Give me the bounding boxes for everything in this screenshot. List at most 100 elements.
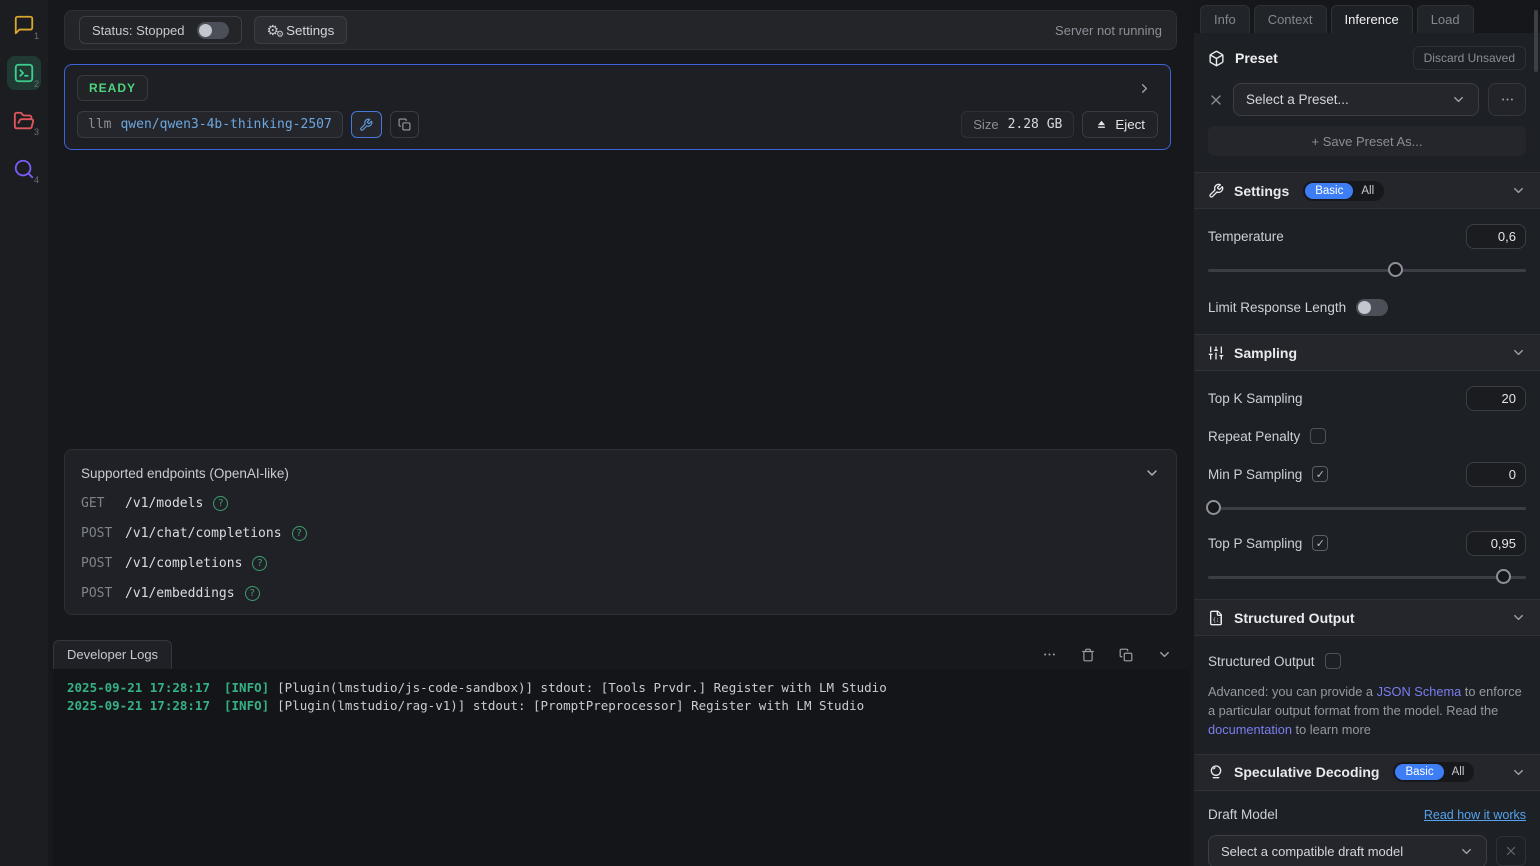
model-size-pill: Size 2.28 GB (961, 111, 1074, 138)
discard-unsaved-button[interactable]: Discard Unsaved (1413, 46, 1526, 70)
copy-model-id-button[interactable] (390, 111, 419, 138)
clear-preset-x-icon[interactable] (1208, 92, 1224, 108)
clear-draft-model-x-icon[interactable] (1496, 836, 1526, 866)
basic-pill[interactable]: Basic (1305, 183, 1353, 199)
preset-select[interactable]: Select a Preset... (1233, 83, 1479, 116)
sidebar-item-developer[interactable]: 2 (7, 56, 41, 90)
panel-scrollbar[interactable] (1534, 10, 1538, 72)
sidebar-badge: 1 (34, 31, 39, 41)
server-toggle[interactable] (197, 22, 229, 39)
size-value: 2.28 GB (1008, 117, 1063, 132)
limit-response-length-toggle[interactable] (1356, 299, 1388, 316)
chevron-down-icon (1451, 92, 1466, 107)
search-icon (13, 158, 35, 180)
min-p-label: Min P Sampling (1208, 467, 1302, 482)
collapse-logs-chevron-icon[interactable] (1157, 647, 1172, 662)
help-circle-icon[interactable]: ? (213, 496, 228, 511)
json-schema-link[interactable]: JSON Schema (1377, 684, 1462, 699)
developer-logs-tab[interactable]: Developer Logs (53, 640, 172, 669)
endpoint-row: POST /v1/chat/completions ? (81, 526, 1160, 541)
chat-icon (13, 14, 35, 36)
min-p-slider[interactable] (1208, 500, 1526, 516)
structured-output-section-body: Structured Output Advanced: you can prov… (1194, 636, 1540, 754)
read-how-it-works-link[interactable]: Read how it works (1424, 808, 1526, 822)
structured-output-description: Advanced: you can provide a JSON Schema … (1208, 682, 1526, 740)
copy-logs-icon[interactable] (1119, 648, 1133, 662)
wrench-icon (1208, 183, 1224, 199)
folder-icon (13, 110, 35, 132)
tab-context[interactable]: Context (1254, 5, 1327, 33)
model-tools-button[interactable] (351, 111, 382, 138)
app-sidebar: 1 2 3 4 (0, 0, 48, 866)
min-p-checkbox[interactable] (1312, 466, 1328, 482)
help-circle-icon[interactable]: ? (252, 556, 267, 571)
structured-output-section-header[interactable]: {;} Structured Output (1194, 599, 1540, 636)
logs-more-icon[interactable] (1042, 647, 1057, 662)
min-p-input[interactable]: 0 (1466, 462, 1526, 487)
structured-output-title: Structured Output (1234, 610, 1355, 626)
gear-icon: ⚙⚙ (267, 23, 280, 37)
crystal-ball-icon (1208, 764, 1224, 780)
eject-model-button[interactable]: Eject (1082, 111, 1158, 138)
server-status-text: Server not running (1055, 23, 1162, 38)
model-identifier-pill[interactable]: llm qwen/qwen3-4b-thinking-2507 (77, 111, 343, 138)
sampling-section-header[interactable]: Sampling (1194, 334, 1540, 371)
help-circle-icon[interactable]: ? (245, 586, 260, 601)
all-pill[interactable]: All (1444, 764, 1473, 780)
settings-title: Settings (1234, 183, 1289, 199)
save-preset-as-button[interactable]: + Save Preset As... (1208, 126, 1526, 156)
endpoint-row: POST /v1/completions ? (81, 556, 1160, 571)
model-name: qwen/qwen3-4b-thinking-2507 (120, 117, 331, 132)
preset-more-button[interactable] (1488, 83, 1526, 116)
top-p-checkbox[interactable] (1312, 535, 1328, 551)
speculative-basic-all-toggle: Basic All (1393, 762, 1474, 782)
speculative-decoding-section-header[interactable]: Speculative Decoding Basic All (1194, 754, 1540, 791)
chevron-down-icon[interactable] (1511, 345, 1526, 360)
temperature-input[interactable]: 0,6 (1466, 224, 1526, 249)
size-label: Size (973, 117, 998, 132)
chevron-down-icon (1459, 844, 1474, 859)
endpoint-row: POST /v1/embeddings ? (81, 586, 1160, 601)
settings-section-header[interactable]: Settings Basic All (1194, 172, 1540, 209)
inference-config-panel: Info Context Inference Load Preset Disca… (1194, 0, 1540, 866)
tab-info[interactable]: Info (1200, 5, 1250, 33)
tab-inference[interactable]: Inference (1331, 5, 1413, 33)
chevron-down-icon[interactable] (1144, 465, 1160, 481)
file-json-icon: {;} (1208, 610, 1224, 626)
terminal-icon (13, 62, 35, 84)
sidebar-badge: 2 (34, 79, 39, 89)
top-k-input[interactable]: 20 (1466, 386, 1526, 411)
sidebar-item-chat[interactable]: 1 (7, 8, 41, 42)
top-p-slider[interactable] (1208, 569, 1526, 585)
temperature-slider[interactable] (1208, 262, 1526, 278)
tab-load[interactable]: Load (1417, 5, 1474, 33)
settings-section-body: Temperature 0,6 Limit Response Length (1194, 209, 1540, 334)
draft-model-select[interactable]: Select a compatible draft model (1208, 835, 1487, 866)
ready-badge: READY (77, 75, 148, 101)
sidebar-item-my-models[interactable]: 3 (7, 104, 41, 138)
clear-logs-trash-icon[interactable] (1081, 648, 1095, 662)
log-line: 2025-09-21 17:28:17[INFO][Plugin(lmstudi… (67, 679, 1176, 697)
settings-basic-all-toggle: Basic All (1303, 181, 1384, 201)
repeat-penalty-checkbox[interactable] (1310, 428, 1326, 444)
chevron-down-icon[interactable] (1511, 610, 1526, 625)
help-circle-icon[interactable]: ? (292, 526, 307, 541)
sidebar-item-discover[interactable]: 4 (7, 152, 41, 186)
chevron-down-icon[interactable] (1511, 765, 1526, 780)
logs-output[interactable]: 2025-09-21 17:28:17[INFO][Plugin(lmstudi… (53, 669, 1190, 866)
supported-endpoints-panel: Supported endpoints (OpenAI-like) GET /v… (64, 449, 1177, 615)
basic-pill[interactable]: Basic (1395, 764, 1443, 780)
chevron-down-icon[interactable] (1511, 183, 1526, 198)
model-type-label: llm (88, 117, 111, 132)
chevron-right-icon[interactable] (1137, 81, 1158, 96)
package-icon (1208, 50, 1225, 67)
endpoint-row: GET /v1/models ? (81, 496, 1160, 511)
documentation-link[interactable]: documentation (1208, 722, 1292, 737)
sliders-icon (1208, 345, 1224, 361)
all-pill[interactable]: All (1353, 183, 1382, 199)
server-settings-button[interactable]: ⚙⚙ Settings (254, 16, 348, 44)
structured-output-checkbox[interactable] (1325, 653, 1341, 669)
endpoints-title: Supported endpoints (OpenAI-like) (81, 466, 289, 481)
top-p-input[interactable]: 0,95 (1466, 531, 1526, 556)
sampling-title: Sampling (1234, 345, 1297, 361)
